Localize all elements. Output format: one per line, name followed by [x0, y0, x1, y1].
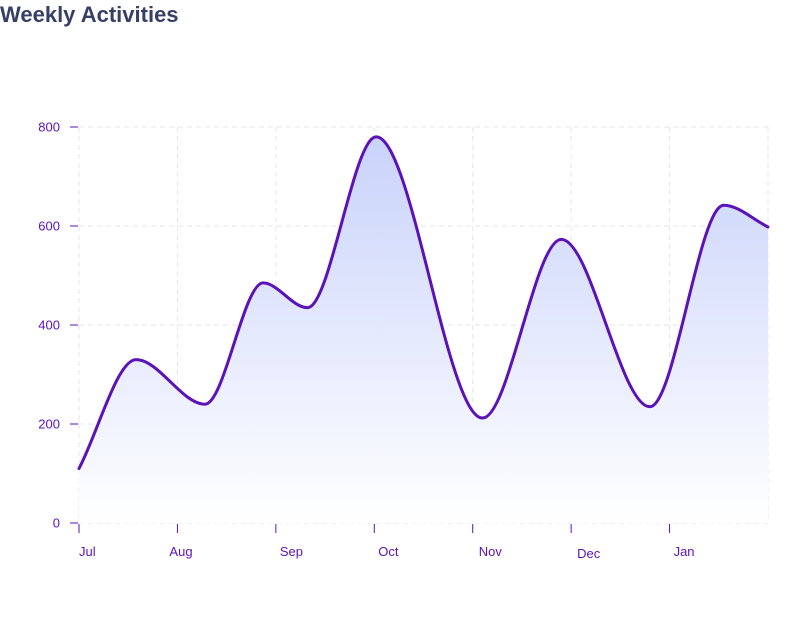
y-tick-label: 400 [38, 318, 60, 333]
y-tick-label: 0 [53, 516, 60, 531]
x-tick-label: Sep [280, 544, 303, 559]
x-tick-label: Nov [479, 544, 503, 559]
series-area [77, 135, 770, 523]
x-tick-label: Aug [169, 544, 192, 559]
series-area-fill [79, 136, 768, 523]
y-tick-label: 200 [38, 417, 60, 432]
x-tick-label: Dec [577, 546, 601, 561]
x-tick-label: Jan [674, 544, 695, 559]
y-tick-label: 800 [38, 120, 60, 135]
y-tick-label: 600 [38, 219, 60, 234]
x-tick-label: Jul [79, 544, 96, 559]
x-tick-label: Oct [378, 544, 399, 559]
area-chart: 0 200 400 600 800 Jul Aug Sep Oct Nov Dec Jan [38, 120, 770, 561]
